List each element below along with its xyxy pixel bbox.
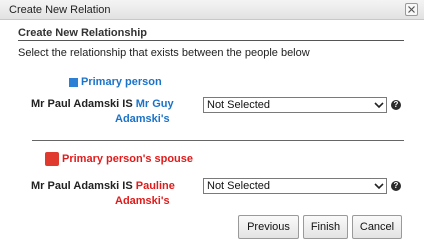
primary-person-label: Primary person [81, 76, 162, 88]
primary-target-name-line1: Mr Guy [135, 98, 174, 110]
spouse-select-value: Not Selected [207, 180, 270, 192]
chevron-down-icon [374, 102, 384, 109]
spouse-relationship-select[interactable]: Not Selected [203, 178, 387, 194]
dialog-title: Create New Relation [9, 4, 111, 16]
primary-subject: Mr Paul Adamski IS [31, 98, 136, 110]
section-rule [18, 40, 404, 41]
chevron-down-icon [374, 183, 384, 190]
close-icon [408, 6, 415, 13]
cancel-button[interactable]: Cancel [352, 215, 402, 239]
spouse-subject: Mr Paul Adamski IS [31, 180, 136, 192]
primary-target-name-line2: Adamski's [115, 113, 170, 125]
dialog-titlebar: Create New Relation [0, 0, 424, 20]
primary-relationship-select[interactable]: Not Selected [203, 97, 387, 113]
blue-square-icon [69, 77, 78, 87]
section-divider [32, 140, 404, 141]
primary-person-heading: Primary person [69, 76, 162, 88]
finish-button[interactable]: Finish [303, 215, 348, 239]
spouse-label: Primary person's spouse [62, 153, 194, 165]
help-icon[interactable]: ? [391, 181, 401, 191]
section-title: Create New Relationship [18, 27, 147, 39]
primary-select-value: Not Selected [207, 99, 270, 111]
help-icon[interactable]: ? [391, 100, 401, 110]
instruction-text: Select the relationship that exists betw… [18, 47, 310, 59]
spouse-relation-label: Mr Paul Adamski IS Pauline Adamski's [31, 179, 175, 209]
previous-button[interactable]: Previous [238, 215, 299, 239]
spouse-target-name-line2: Adamski's [115, 195, 170, 207]
primary-relation-label: Mr Paul Adamski IS Mr Guy Adamski's [31, 97, 174, 127]
red-square-icon [45, 152, 59, 166]
spouse-target-name-line1: Pauline [135, 180, 175, 192]
spouse-heading: Primary person's spouse [45, 152, 193, 166]
close-button[interactable] [405, 3, 418, 16]
